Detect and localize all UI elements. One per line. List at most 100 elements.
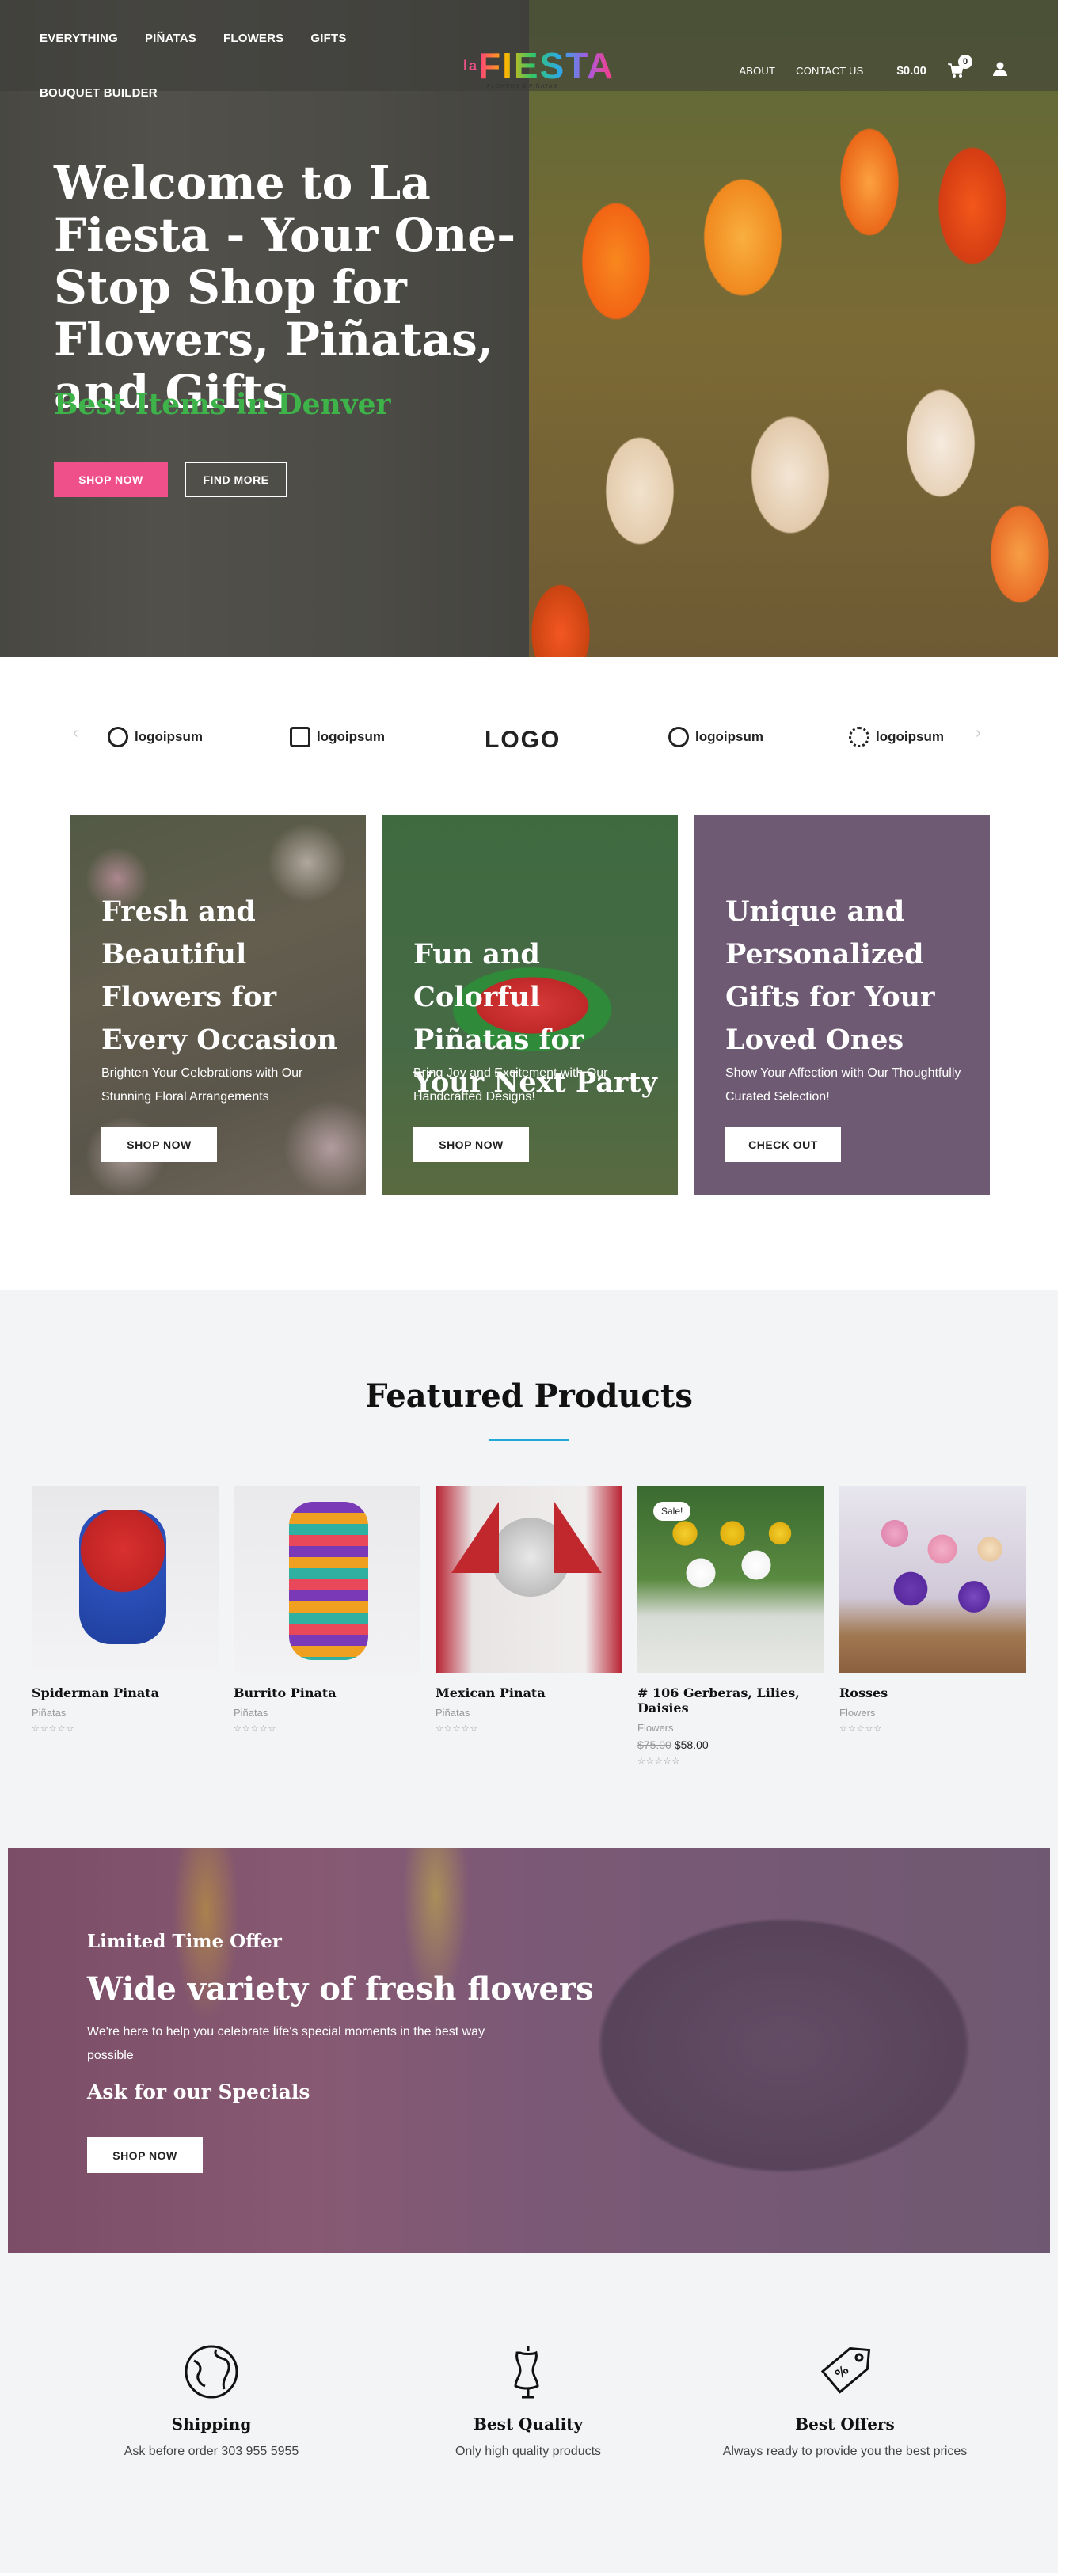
mannequin-icon [514, 2346, 539, 2399]
promo-headline: Wide variety of fresh flowers [87, 1970, 594, 2008]
partner-logos: ‹ logoipsum logoipsum LOGO logoipsum log… [0, 657, 1058, 815]
category-card-gifts[interactable]: Unique and Personalized Gifts for Your L… [694, 815, 990, 1195]
carousel-next-icon[interactable]: › [976, 724, 981, 743]
rating-stars: ☆☆☆☆☆ [234, 1724, 277, 1734]
cart-total[interactable]: $0.00 [896, 64, 926, 78]
product-category[interactable]: Flowers [637, 1722, 824, 1734]
partner-logo-5: logoipsum [849, 727, 944, 747]
promo-kicker: Limited Time Offer [87, 1931, 282, 1952]
product-old-price: $75.00 [637, 1738, 671, 1751]
secondary-nav: ABOUT CONTACT US $0.00 0 [739, 54, 1007, 80]
feature-text: Ask before order 303 955 5955 [124, 2445, 299, 2458]
feature-title: Best Offers [795, 2415, 895, 2434]
category-check-out-button[interactable]: CHECK OUT [725, 1127, 841, 1162]
promo-ask: Ask for our Specials [87, 2080, 310, 2103]
product-name[interactable]: Mexican Pinata [436, 1685, 622, 1700]
product-card[interactable]: Rosses Flowers ☆☆☆☆☆ [839, 1486, 1026, 1734]
product-image[interactable] [436, 1486, 622, 1673]
cart-button[interactable]: 0 [947, 54, 972, 80]
globe-icon [185, 2345, 238, 2399]
feature-title: Best Quality [473, 2415, 584, 2434]
cart-count-badge: 0 [958, 54, 972, 69]
carousel-prev-icon[interactable]: ‹ [73, 724, 78, 743]
promo-text: We're here to help you celebrate life's … [87, 2025, 485, 2062]
hero-background-image [529, 0, 1058, 657]
product-category[interactable]: Flowers [839, 1707, 1026, 1719]
promo-banner: Limited Time Offer Wide variety of fresh… [8, 1848, 1050, 2253]
partner-logo-text: logoipsum [695, 729, 763, 744]
product-image[interactable] [839, 1486, 1026, 1673]
partner-logo-2: logoipsum [290, 727, 385, 747]
product-category[interactable]: Piñatas [234, 1707, 420, 1719]
nav-bouquet-builder[interactable]: BOUQUET BUILDER [40, 86, 158, 100]
product-category[interactable]: Piñatas [32, 1707, 219, 1719]
promo-and-features: Limited Time Offer Wide variety of fresh… [0, 1845, 1058, 2573]
category-description: Show Your Affection with Our Thoughtfull… [725, 1066, 961, 1104]
nav-about[interactable]: ABOUT [739, 65, 775, 77]
hero-subtitle: Best Items in Denver [54, 388, 391, 421]
site-logo[interactable]: laFIESTA FLOWERS & PIÑATAS [463, 47, 613, 97]
feature-text: Only high quality products [455, 2445, 602, 2458]
feature-best-offers: % Best Offers Always ready to provide yo… [687, 2343, 1003, 2459]
nav-flowers[interactable]: FLOWERS [223, 32, 283, 45]
hero-section: EVERYTHING PIÑATAS FLOWERS GIFTS BOUQUET… [0, 0, 1058, 657]
nav-everything[interactable]: EVERYTHING [40, 32, 118, 45]
site-header: EVERYTHING PIÑATAS FLOWERS GIFTS BOUQUET… [0, 0, 1058, 100]
category-card-flowers[interactable]: Fresh and Beautiful Flowers for Every Oc… [70, 815, 366, 1195]
hero-find-more-button[interactable]: FIND MORE [185, 462, 287, 497]
feature-title: Shipping [171, 2415, 252, 2434]
feature-text: Always ready to provide you the best pri… [722, 2445, 968, 2458]
partner-logo-1: logoipsum [108, 727, 203, 747]
category-card-pinatas[interactable]: Fun and Colorful Piñatas for Your Next P… [382, 815, 678, 1195]
rating-stars: ☆☆☆☆☆ [32, 1724, 75, 1734]
partner-logo-text: logoipsum [876, 729, 944, 744]
nav-contact-us[interactable]: CONTACT US [796, 65, 863, 77]
main-nav: EVERYTHING PIÑATAS FLOWERS GIFTS BOUQUET… [40, 32, 347, 101]
partner-logo-4: logoipsum [668, 727, 763, 747]
logo-prefix: la [463, 58, 479, 74]
partner-logo-text: logoipsum [135, 729, 203, 744]
product-image[interactable]: Sale! [637, 1486, 824, 1673]
feature-shipping: Shipping Ask before order 303 955 5955 [53, 2343, 370, 2459]
category-title: Unique and Personalized Gifts for Your L… [725, 895, 935, 1056]
partner-logo-text: LOGO [485, 727, 561, 753]
product-sale-price: $58.00 [674, 1738, 709, 1751]
product-name[interactable]: # 106 Gerberas, Lilies, Daisies [637, 1685, 824, 1715]
price-tag-icon: % [820, 2346, 871, 2394]
rating-stars: ☆☆☆☆☆ [637, 1757, 681, 1766]
nav-gifts[interactable]: GIFTS [310, 32, 346, 45]
product-category[interactable]: Piñatas [436, 1707, 622, 1719]
product-card[interactable]: Spiderman Pinata Piñatas ☆☆☆☆☆ [32, 1486, 219, 1734]
logo-mark-icon [668, 727, 689, 747]
featured-products-section: Featured Products Spiderman Pinata Piñat… [0, 1290, 1058, 1845]
nav-pinatas[interactable]: PIÑATAS [145, 32, 196, 45]
svg-text:%: % [832, 2362, 851, 2382]
section-heading: Featured Products [365, 1377, 693, 1415]
category-shop-now-button[interactable]: SHOP NOW [101, 1127, 217, 1162]
sale-badge: Sale! [653, 1502, 691, 1521]
product-card[interactable]: Sale! # 106 Gerberas, Lilies, Daisies Fl… [637, 1486, 824, 1766]
product-image[interactable] [234, 1486, 420, 1673]
product-name[interactable]: Spiderman Pinata [32, 1685, 219, 1700]
partner-logo-text: logoipsum [317, 729, 385, 744]
logo-mark-icon [849, 727, 869, 747]
hero-shop-now-button[interactable]: SHOP NOW [54, 462, 168, 497]
rating-stars: ☆☆☆☆☆ [839, 1724, 883, 1734]
product-image[interactable] [32, 1486, 219, 1673]
user-icon [993, 62, 1007, 76]
product-card[interactable]: Burrito Pinata Piñatas ☆☆☆☆☆ [234, 1486, 420, 1734]
logo-text: FIESTA [478, 45, 615, 86]
product-name[interactable]: Rosses [839, 1685, 1026, 1700]
category-title: Fresh and Beautiful Flowers for Every Oc… [101, 895, 337, 1056]
logo-mark-icon [290, 727, 310, 747]
product-name[interactable]: Burrito Pinata [234, 1685, 420, 1700]
category-description: Brighten Your Celebrations with Our Stun… [101, 1066, 303, 1104]
category-shop-now-button[interactable]: SHOP NOW [413, 1127, 529, 1162]
promo-shop-now-button[interactable]: SHOP NOW [87, 2137, 203, 2173]
account-button[interactable] [993, 62, 1007, 80]
partner-logo-3: LOGO [485, 727, 561, 754]
category-description: Bring Joy and Excitement with Our Handcr… [413, 1066, 608, 1104]
rating-stars: ☆☆☆☆☆ [436, 1724, 479, 1734]
product-card[interactable]: Mexican Pinata Piñatas ☆☆☆☆☆ [436, 1486, 622, 1734]
hero-title: Welcome to La Fiesta - Your One-Stop Sho… [54, 156, 516, 419]
